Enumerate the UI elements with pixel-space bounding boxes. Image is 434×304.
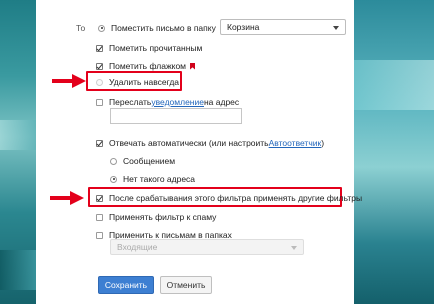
apply-folders-checkbox[interactable] <box>96 231 103 239</box>
auto-reply-checkbox[interactable] <box>96 139 103 147</box>
notification-link[interactable]: уведомление <box>151 97 204 107</box>
chevron-down-icon <box>333 26 339 30</box>
delete-forever-label: Удалить навсегда <box>109 77 180 87</box>
to-label: То <box>76 23 86 33</box>
forward-label-prefix: Переслать <box>109 97 152 107</box>
after-filter-option[interactable]: После срабатывания этого фильтра применя… <box>96 193 362 203</box>
apply-folders-select[interactable]: Входящие <box>110 239 304 255</box>
reply-no-address-radio[interactable] <box>110 175 117 183</box>
apply-spam-option[interactable]: Применять фильтр к спаму <box>96 212 216 222</box>
mark-flag-label: Пометить флажком <box>109 61 187 71</box>
mark-flag-checkbox[interactable] <box>96 62 103 70</box>
background-wave <box>0 250 36 290</box>
arrow-right-icon <box>50 191 84 205</box>
move-to-folder-row: То <box>76 23 85 33</box>
folder-select[interactable]: Корзина <box>220 19 346 35</box>
forward-checkbox[interactable] <box>96 98 103 106</box>
reply-message-option[interactable]: Сообщением <box>110 156 175 166</box>
filter-settings-panel: То Поместить письмо в папку Корзина Поме… <box>36 0 362 304</box>
chevron-down-icon <box>291 246 297 250</box>
auto-reply-option[interactable]: Отвечать автоматически (или настроить Ав… <box>96 138 324 148</box>
after-filter-label: После срабатывания этого фильтра применя… <box>109 193 363 203</box>
mark-read-checkbox[interactable] <box>96 44 103 52</box>
reply-no-address-label: Нет такого адреса <box>123 174 196 184</box>
mark-flag-option[interactable]: Пометить флажком <box>96 61 196 71</box>
forward-option[interactable]: Переслать уведомление на адрес <box>96 97 239 107</box>
forward-address-input[interactable] <box>110 108 242 124</box>
mark-read-label: Пометить прочитанным <box>109 43 203 53</box>
mark-read-option[interactable]: Пометить прочитанным <box>96 43 202 53</box>
delete-forever-radio[interactable] <box>96 78 103 86</box>
background-wave <box>0 120 36 150</box>
apply-spam-checkbox[interactable] <box>96 213 103 221</box>
background-wave <box>354 60 434 110</box>
reply-message-radio[interactable] <box>110 157 117 165</box>
auto-responder-link[interactable]: Автоответчик <box>269 138 322 148</box>
auto-reply-label-suffix: ) <box>321 138 325 148</box>
move-to-folder-radio[interactable] <box>98 24 105 32</box>
red-flag-icon <box>190 62 196 70</box>
arrow-right-icon <box>52 74 86 88</box>
reply-message-label: Сообщением <box>123 156 176 166</box>
background-left <box>0 0 36 304</box>
cancel-button[interactable]: Отменить <box>160 276 212 294</box>
move-to-folder-option[interactable]: Поместить письмо в папку <box>98 23 216 33</box>
forward-label-suffix: на адрес <box>203 97 240 107</box>
apply-spam-label: Применять фильтр к спаму <box>109 212 217 222</box>
background-right <box>354 0 434 304</box>
after-filter-checkbox[interactable] <box>96 194 103 202</box>
move-to-folder-label: Поместить письмо в папку <box>111 23 216 33</box>
reply-no-address-option[interactable]: Нет такого адреса <box>110 174 195 184</box>
apply-folders-select-value: Входящие <box>117 242 158 252</box>
folder-select-value: Корзина <box>227 22 260 32</box>
save-button[interactable]: Сохранить <box>98 276 154 294</box>
delete-forever-option[interactable]: Удалить навсегда <box>96 77 179 87</box>
auto-reply-label-prefix: Отвечать автоматически (или настроить <box>109 138 269 148</box>
